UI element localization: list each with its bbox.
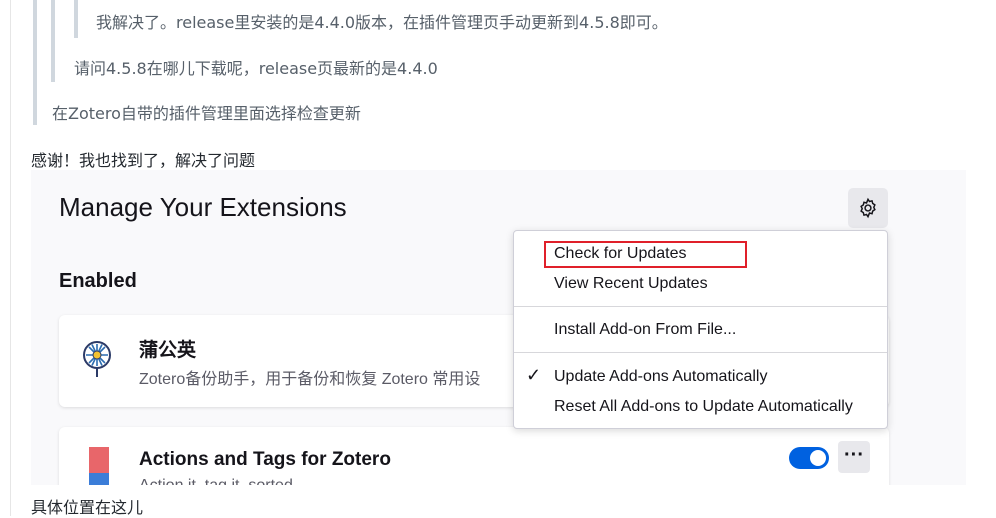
- reply-text: 感谢！我也找到了，解决了问题: [31, 151, 256, 170]
- bookmark-ribbon-icon: [89, 447, 109, 485]
- gear-dropdown-menu: Check for Updates View Recent Updates In…: [513, 230, 888, 429]
- menu-item-check-for-updates[interactable]: Check for Updates: [554, 245, 687, 263]
- manage-extensions-title: Manage Your Extensions: [59, 192, 347, 222]
- more-dots-icon: ···: [844, 444, 864, 466]
- quote-level2-text: 请问4.5.8在哪儿下载呢，release页最新的是4.4.0: [74, 59, 438, 78]
- extension-card[interactable]: Actions and Tags for Zotero Action it, t…: [59, 427, 889, 485]
- quote-bar-level2: [51, 0, 55, 82]
- menu-item-reset-auto-update[interactable]: Reset All Add-ons to Update Automaticall…: [554, 398, 853, 416]
- quote-level1-text: 在Zotero自带的插件管理里面选择检查更新: [52, 104, 361, 123]
- extension-enable-toggle[interactable]: [789, 447, 829, 469]
- menu-item-install-from-file[interactable]: Install Add-on From File...: [554, 321, 736, 339]
- menu-item-view-recent-updates[interactable]: View Recent Updates: [554, 275, 708, 293]
- embedded-screenshot: Manage Your Extensions Enabled 蒲公英 Zoter…: [31, 170, 966, 485]
- post-left-border: [10, 0, 11, 516]
- quote-bar-level1: [33, 0, 37, 125]
- quote-bar-level3: [74, 0, 78, 38]
- checkmark-icon: ✓: [526, 365, 542, 385]
- menu-item-update-automatically[interactable]: Update Add-ons Automatically: [554, 368, 767, 386]
- settings-gear-button[interactable]: [848, 188, 888, 228]
- extension-description: Action it, tag it, sorted.: [139, 477, 297, 485]
- extension-name: Actions and Tags for Zotero: [139, 449, 391, 470]
- gear-icon: [860, 197, 876, 219]
- caption-text: 具体位置在这儿: [31, 498, 144, 517]
- enabled-section-label: Enabled: [59, 270, 137, 292]
- quote-level3-text: 我解决了。release里安装的是4.4.0版本，在插件管理页手动更新到4.5.…: [96, 13, 668, 32]
- menu-separator: [514, 306, 887, 307]
- more-options-button[interactable]: ···: [838, 441, 870, 473]
- extension-description: Zotero备份助手，用于备份和恢复 Zotero 常用设: [139, 371, 481, 388]
- menu-separator: [514, 352, 887, 353]
- dandelion-icon: [83, 341, 111, 377]
- extension-name: 蒲公英: [139, 340, 197, 361]
